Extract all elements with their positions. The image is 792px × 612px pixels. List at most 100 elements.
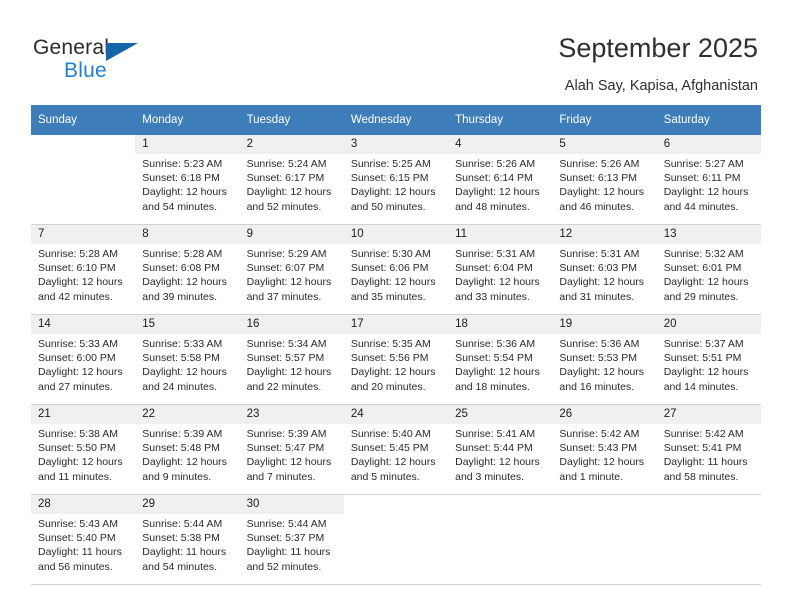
sunrise-text: Sunrise: 5:36 AM bbox=[455, 338, 536, 350]
sunrise-text: Sunrise: 5:29 AM bbox=[246, 248, 327, 260]
calendar-day-cell: 21 Sunrise: 5:38 AM Sunset: 5:50 PM Dayl… bbox=[31, 404, 136, 495]
sunrise-text: Sunrise: 5:41 AM bbox=[455, 428, 536, 440]
day-number: 13 bbox=[656, 225, 761, 244]
weekday-header-row: Sunday Monday Tuesday Wednesday Thursday… bbox=[31, 105, 761, 135]
day-details: Sunrise: 5:31 AM Sunset: 6:04 PM Dayligh… bbox=[448, 244, 552, 304]
sunset-text: Sunset: 5:48 PM bbox=[142, 442, 220, 455]
sunrise-text: Sunrise: 5:31 AM bbox=[559, 248, 640, 260]
logo-text-general: General bbox=[33, 36, 110, 59]
sunset-text: Sunset: 5:57 PM bbox=[246, 352, 325, 365]
sunset-text: Sunset: 5:50 PM bbox=[38, 442, 116, 455]
sunrise-text: Sunrise: 5:37 AM bbox=[663, 338, 744, 350]
sunrise-text: Sunrise: 5:26 AM bbox=[455, 158, 536, 170]
day-details: Sunrise: 5:41 AM Sunset: 5:44 PM Dayligh… bbox=[448, 424, 552, 484]
page-header: General Blue September 2025 Alah Say, Ka… bbox=[0, 0, 792, 104]
calendar-week-row: 7 Sunrise: 5:28 AM Sunset: 6:10 PM Dayli… bbox=[31, 224, 761, 315]
day-number: 4 bbox=[448, 135, 553, 154]
weekday-header-thursday: Thursday bbox=[448, 105, 553, 135]
calendar-day-cell: 7 Sunrise: 5:28 AM Sunset: 6:10 PM Dayli… bbox=[31, 224, 136, 315]
general-blue-logo: General Blue bbox=[33, 36, 153, 82]
calendar-day-cell: 15 Sunrise: 5:33 AM Sunset: 5:58 PM Dayl… bbox=[135, 314, 240, 405]
calendar-day-cell: 20 Sunrise: 5:37 AM Sunset: 5:51 PM Dayl… bbox=[656, 314, 761, 405]
sunrise-text: Sunrise: 5:33 AM bbox=[38, 338, 118, 350]
logo-text-blue: Blue bbox=[64, 59, 107, 82]
day-number: 2 bbox=[239, 135, 344, 154]
day-number: 24 bbox=[343, 405, 449, 424]
sunrise-text: Sunrise: 5:40 AM bbox=[350, 428, 431, 440]
day-number: 10 bbox=[343, 225, 449, 244]
day-number: 15 bbox=[135, 315, 240, 334]
sunrise-text: Sunrise: 5:27 AM bbox=[663, 158, 744, 170]
sunrise-text: Sunrise: 5:43 AM bbox=[38, 518, 118, 530]
sunset-text: Sunset: 5:41 PM bbox=[663, 442, 742, 455]
sunset-text: Sunset: 6:00 PM bbox=[38, 352, 116, 365]
weekday-header-saturday: Saturday bbox=[656, 105, 761, 135]
day-details: Sunrise: 5:44 AM Sunset: 5:38 PM Dayligh… bbox=[135, 514, 239, 574]
calendar-day-cell: 12 Sunrise: 5:31 AM Sunset: 6:03 PM Dayl… bbox=[552, 224, 657, 315]
day-number bbox=[448, 495, 553, 514]
weekday-header-friday: Friday bbox=[552, 105, 657, 135]
calendar-day-cell: 13 Sunrise: 5:32 AM Sunset: 6:01 PM Dayl… bbox=[656, 224, 761, 315]
daylight-text: Daylight: 12 hours and 27 minutes. bbox=[38, 366, 123, 393]
day-number bbox=[656, 495, 761, 514]
daylight-text: Daylight: 12 hours and 9 minutes. bbox=[142, 456, 227, 483]
calendar-body: 1 Sunrise: 5:23 AM Sunset: 6:18 PM Dayli… bbox=[31, 135, 761, 585]
day-details: Sunrise: 5:42 AM Sunset: 5:41 PM Dayligh… bbox=[657, 424, 761, 484]
calendar-day-cell: 2 Sunrise: 5:24 AM Sunset: 6:17 PM Dayli… bbox=[239, 135, 344, 225]
sunset-text: Sunset: 6:14 PM bbox=[455, 172, 533, 185]
calendar-day-cell: 5 Sunrise: 5:26 AM Sunset: 6:13 PM Dayli… bbox=[552, 135, 657, 225]
calendar-day-cell: 29 Sunrise: 5:44 AM Sunset: 5:38 PM Dayl… bbox=[135, 494, 240, 585]
calendar-day-cell: 11 Sunrise: 5:31 AM Sunset: 6:04 PM Dayl… bbox=[448, 224, 553, 315]
sunset-text: Sunset: 6:03 PM bbox=[559, 262, 638, 275]
daylight-text: Daylight: 11 hours and 58 minutes. bbox=[663, 456, 748, 483]
sunrise-text: Sunrise: 5:36 AM bbox=[559, 338, 640, 350]
sunset-text: Sunset: 5:37 PM bbox=[246, 532, 325, 545]
day-number: 23 bbox=[239, 405, 344, 424]
sunrise-text: Sunrise: 5:39 AM bbox=[246, 428, 327, 440]
calendar-day-cell: 1 Sunrise: 5:23 AM Sunset: 6:18 PM Dayli… bbox=[135, 135, 240, 225]
calendar-day-cell: 9 Sunrise: 5:29 AM Sunset: 6:07 PM Dayli… bbox=[239, 224, 344, 315]
day-number: 18 bbox=[448, 315, 553, 334]
daylight-text: Daylight: 12 hours and 48 minutes. bbox=[455, 186, 540, 213]
day-details: Sunrise: 5:30 AM Sunset: 6:06 PM Dayligh… bbox=[344, 244, 448, 304]
weekday-header-monday: Monday bbox=[135, 105, 240, 135]
calendar-day-cell: 8 Sunrise: 5:28 AM Sunset: 6:08 PM Dayli… bbox=[135, 224, 240, 315]
calendar-day-cell bbox=[552, 494, 657, 585]
day-number bbox=[31, 135, 136, 154]
sunrise-text: Sunrise: 5:24 AM bbox=[246, 158, 327, 170]
weekday-header-tuesday: Tuesday bbox=[239, 105, 344, 135]
day-details: Sunrise: 5:27 AM Sunset: 6:11 PM Dayligh… bbox=[657, 154, 761, 214]
sunset-text: Sunset: 6:08 PM bbox=[142, 262, 220, 275]
sunset-text: Sunset: 6:01 PM bbox=[663, 262, 742, 275]
calendar-day-cell: 18 Sunrise: 5:36 AM Sunset: 5:54 PM Dayl… bbox=[448, 314, 553, 405]
sunrise-text: Sunrise: 5:23 AM bbox=[142, 158, 223, 170]
day-number: 6 bbox=[656, 135, 761, 154]
day-details: Sunrise: 5:36 AM Sunset: 5:53 PM Dayligh… bbox=[552, 334, 656, 394]
day-details: Sunrise: 5:37 AM Sunset: 5:51 PM Dayligh… bbox=[657, 334, 761, 394]
sunrise-text: Sunrise: 5:31 AM bbox=[455, 248, 536, 260]
day-details: Sunrise: 5:33 AM Sunset: 5:58 PM Dayligh… bbox=[135, 334, 239, 394]
daylight-text: Daylight: 12 hours and 42 minutes. bbox=[38, 276, 123, 303]
day-details: Sunrise: 5:43 AM Sunset: 5:40 PM Dayligh… bbox=[31, 514, 135, 574]
sunset-text: Sunset: 5:47 PM bbox=[246, 442, 325, 455]
day-number: 19 bbox=[552, 315, 657, 334]
daylight-text: Daylight: 12 hours and 14 minutes. bbox=[663, 366, 749, 393]
sunset-text: Sunset: 6:04 PM bbox=[455, 262, 533, 275]
location-subtitle: Alah Say, Kapisa, Afghanistan bbox=[564, 78, 758, 94]
day-number: 16 bbox=[239, 315, 344, 334]
calendar-day-cell: 6 Sunrise: 5:27 AM Sunset: 6:11 PM Dayli… bbox=[656, 135, 761, 225]
calendar-week-row: 28 Sunrise: 5:43 AM Sunset: 5:40 PM Dayl… bbox=[31, 494, 761, 585]
day-number: 7 bbox=[31, 225, 136, 244]
daylight-text: Daylight: 12 hours and 11 minutes. bbox=[38, 456, 123, 483]
sunset-text: Sunset: 6:17 PM bbox=[246, 172, 325, 185]
daylight-text: Daylight: 12 hours and 1 minute. bbox=[559, 456, 645, 483]
sunrise-text: Sunrise: 5:28 AM bbox=[142, 248, 223, 260]
day-number: 14 bbox=[31, 315, 136, 334]
day-number: 1 bbox=[135, 135, 240, 154]
calendar-day-cell: 30 Sunrise: 5:44 AM Sunset: 5:37 PM Dayl… bbox=[239, 494, 344, 585]
sunrise-text: Sunrise: 5:38 AM bbox=[38, 428, 118, 440]
day-details: Sunrise: 5:25 AM Sunset: 6:15 PM Dayligh… bbox=[344, 154, 448, 214]
sunset-text: Sunset: 6:15 PM bbox=[350, 172, 429, 185]
daylight-text: Daylight: 12 hours and 50 minutes. bbox=[350, 186, 436, 213]
day-number: 25 bbox=[448, 405, 553, 424]
